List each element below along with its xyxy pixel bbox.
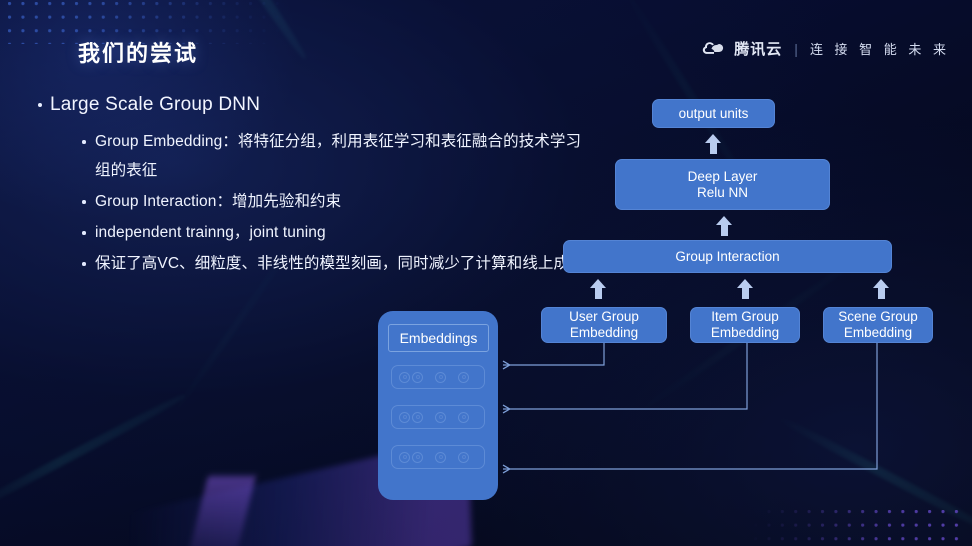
node-label-line1: Item Group <box>711 309 779 324</box>
embedding-dot-icon <box>435 451 446 463</box>
embedding-dot-icon <box>458 411 469 423</box>
embedding-dot-group <box>392 366 484 388</box>
node-user-group-embedding[interactable]: User Group Embedding <box>541 307 667 343</box>
connector-item-to-embeddings <box>503 343 748 409</box>
node-deep-layer[interactable]: Deep Layer Relu NN <box>615 159 830 210</box>
connector-user-to-embeddings <box>503 343 605 365</box>
node-output-units[interactable]: output units <box>652 99 775 128</box>
connector-scene-to-embeddings <box>503 343 878 469</box>
embedding-dot-icon <box>458 451 469 463</box>
embedding-dot-icon <box>399 371 410 383</box>
architecture-diagram: output units Deep Layer Relu NN Group In… <box>0 0 972 546</box>
node-label-line2: Relu NN <box>696 184 748 200</box>
embedding-dot-icon <box>435 411 446 423</box>
slide-canvas: 我们的尝试 腾讯云 | 连 接 智 能 未 来 Large Scale Grou… <box>0 0 972 546</box>
node-item-group-embedding[interactable]: Item Group Embedding <box>690 307 800 343</box>
node-label-line1: User Group <box>569 309 639 324</box>
node-embeddings-panel[interactable]: Embeddings <box>378 311 498 500</box>
node-label-line2: Embedding <box>710 325 780 340</box>
embedding-dot-icon <box>412 451 423 463</box>
embedding-dot-icon <box>399 411 410 423</box>
node-label-line2: Embedding <box>569 325 639 340</box>
node-group-interaction[interactable]: Group Interaction <box>563 240 892 273</box>
embedding-dot-icon <box>399 451 410 463</box>
embedding-dot-icon <box>412 411 423 423</box>
embedding-dot-icon <box>458 371 469 383</box>
node-label-line2: Embedding <box>843 325 913 340</box>
node-label-line1: Scene Group <box>838 309 918 324</box>
embedding-dot-group <box>392 446 484 468</box>
embedding-row <box>391 365 485 389</box>
embedding-row <box>391 445 485 469</box>
node-scene-group-embedding[interactable]: Scene Group Embedding <box>823 307 933 343</box>
embeddings-title: Embeddings <box>388 324 489 352</box>
embedding-dot-group <box>392 406 484 428</box>
embedding-row <box>391 405 485 429</box>
node-label: Group Interaction <box>675 248 780 264</box>
node-label: output units <box>678 105 749 121</box>
embedding-dot-icon <box>412 371 423 383</box>
embedding-dot-icon <box>435 371 446 383</box>
node-label-line1: Deep Layer <box>687 168 758 184</box>
